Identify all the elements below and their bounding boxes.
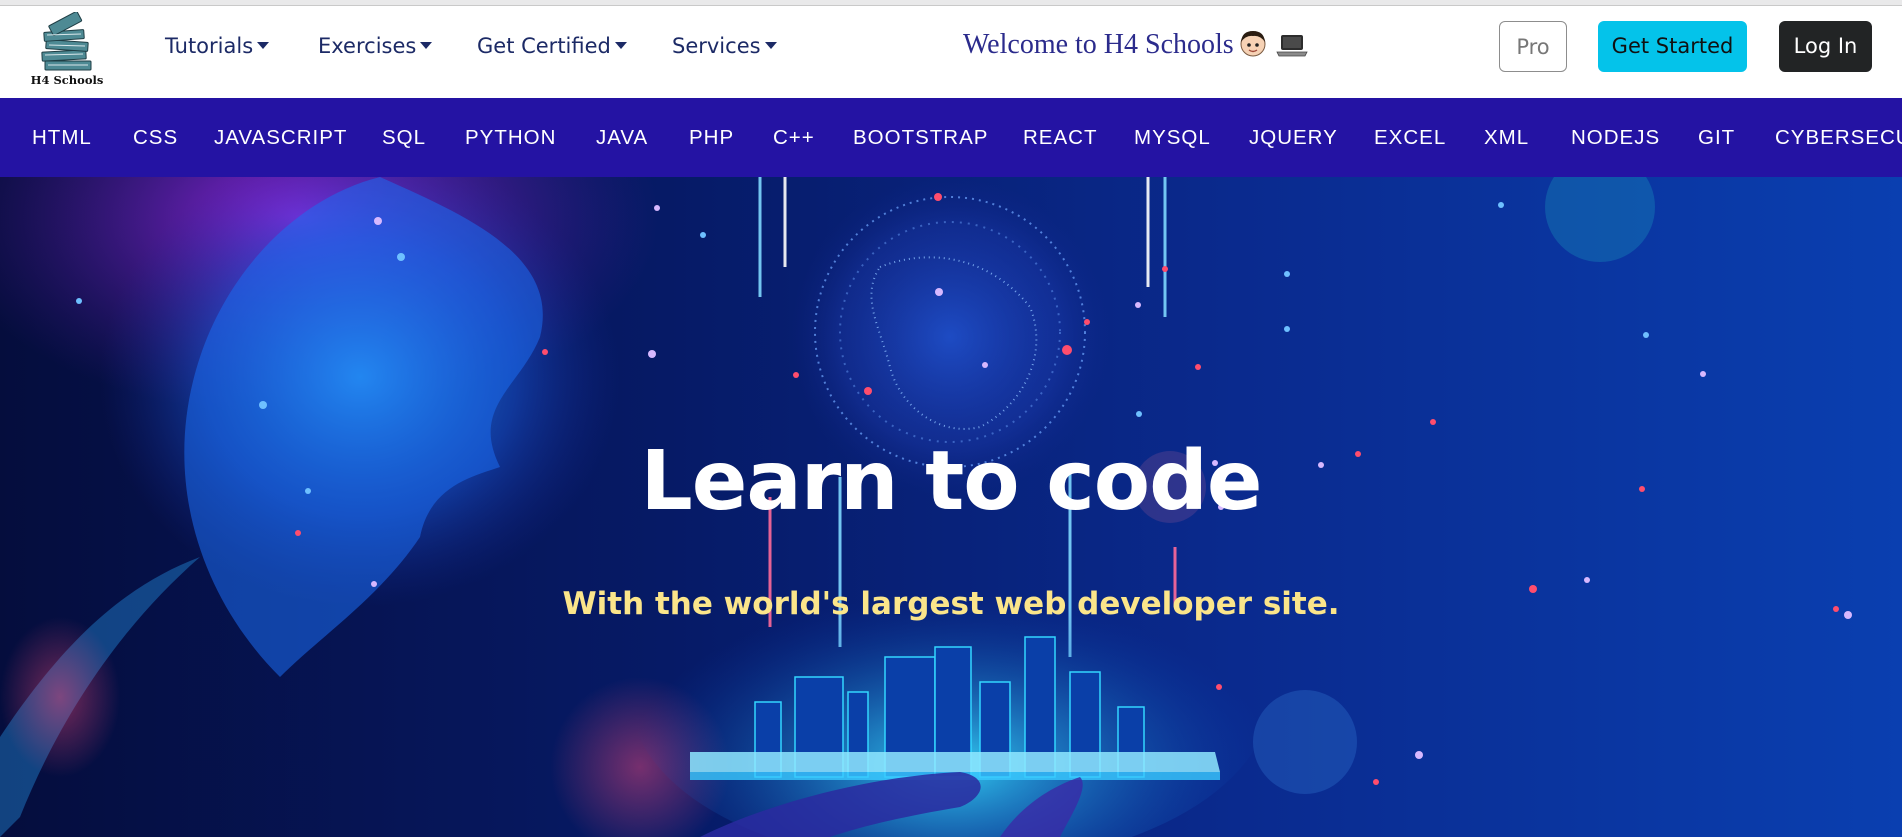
welcome-message: Welcome to H4 Schools [963, 29, 1234, 60]
topic-xml[interactable]: XML [1484, 98, 1529, 177]
topic-javascript[interactable]: JAVASCRIPT [214, 98, 347, 177]
topic-mysql[interactable]: MYSQL [1134, 98, 1211, 177]
site-logo[interactable]: H4 Schools [30, 12, 104, 90]
boy-face-emoji-icon [1240, 31, 1266, 57]
nav-exercises-label: Exercises [318, 34, 417, 58]
topic-cybersecurity[interactable]: CYBERSECU [1775, 98, 1902, 177]
hero-subtitle: With the world's largest web developer s… [562, 586, 1340, 622]
caret-down-icon [257, 41, 270, 49]
caret-down-icon [614, 41, 627, 49]
books-logo-icon [41, 12, 92, 71]
hero-title: Learn to code [640, 434, 1263, 529]
logo-text: H4 Schools [30, 73, 104, 87]
topic-excel[interactable]: EXCEL [1374, 98, 1446, 177]
topic-git[interactable]: GIT [1698, 98, 1735, 177]
caret-down-icon [420, 41, 433, 49]
topic-nodejs[interactable]: NODEJS [1571, 98, 1660, 177]
site-header: H4 Schools Tutorials Exercises Get Certi… [0, 6, 1902, 98]
nav-services[interactable]: Services [672, 34, 777, 58]
nav-tutorials-label: Tutorials [165, 34, 254, 58]
topic-cpp[interactable]: C++ [773, 98, 815, 177]
topic-sql[interactable]: SQL [382, 98, 426, 177]
nav-tutorials[interactable]: Tutorials [165, 34, 270, 58]
topics-navbar: HTML CSS JAVASCRIPT SQL PYTHON JAVA PHP … [0, 98, 1902, 177]
topic-css[interactable]: CSS [133, 98, 178, 177]
nav-get-certified-label: Get Certified [477, 34, 611, 58]
topic-bootstrap[interactable]: BOOTSTRAP [853, 98, 988, 177]
topic-java[interactable]: JAVA [596, 98, 648, 177]
nav-exercises[interactable]: Exercises [318, 34, 433, 58]
topic-react[interactable]: REACT [1023, 98, 1097, 177]
topic-html[interactable]: HTML [32, 98, 92, 177]
topic-jquery[interactable]: JQUERY [1249, 98, 1338, 177]
nav-get-certified[interactable]: Get Certified [477, 34, 627, 58]
nav-services-label: Services [672, 34, 761, 58]
hero-banner: Learn to code With the world's largest w… [0, 177, 1902, 837]
laptop-emoji-icon [1276, 35, 1308, 57]
topic-python[interactable]: PYTHON [465, 98, 556, 177]
topic-php[interactable]: PHP [689, 98, 734, 177]
pro-button[interactable]: Pro [1499, 21, 1567, 72]
caret-down-icon [764, 41, 777, 49]
login-button[interactable]: Log In [1779, 21, 1872, 72]
get-started-button[interactable]: Get Started [1598, 21, 1747, 72]
